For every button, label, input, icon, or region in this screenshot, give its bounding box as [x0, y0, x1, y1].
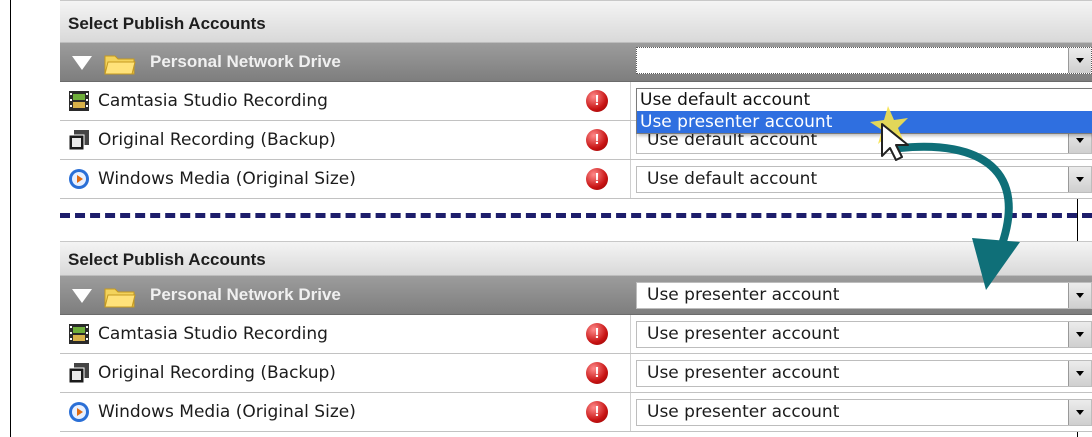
- warning-icon: !: [586, 129, 608, 151]
- warning-icon: !: [586, 168, 608, 190]
- folder-icon: [104, 288, 136, 308]
- dropdown-arrow-icon[interactable]: [1068, 167, 1091, 192]
- warning-icon: !: [586, 362, 608, 384]
- folder-icon: [104, 55, 136, 75]
- account-select-value: Use presenter account: [647, 363, 840, 383]
- item-row-windows-media: Windows Media (Original Size) ! Use pres…: [60, 393, 1092, 432]
- cell-divider: [630, 354, 631, 392]
- item-label: Windows Media (Original Size): [98, 402, 356, 422]
- windows-media-icon: [69, 402, 89, 422]
- cell-divider: [630, 121, 631, 159]
- cell-divider: [630, 393, 631, 431]
- dropdown-option-default[interactable]: Use default account: [637, 89, 1092, 111]
- item-row-camtasia-studio-recording: Camtasia Studio Recording ! Use presente…: [60, 315, 1092, 354]
- windows-media-icon: [69, 169, 89, 189]
- item-label: Original Recording (Backup): [98, 363, 336, 383]
- panel-header: Select Publish Accounts: [60, 0, 1092, 43]
- account-dropdown-list: Use default account Use presenter accoun…: [636, 88, 1092, 134]
- cell-divider: [630, 82, 631, 120]
- cell-divider: [630, 315, 631, 353]
- account-select-value: Use presenter account: [647, 324, 840, 344]
- item-label: Windows Media (Original Size): [98, 169, 356, 189]
- dropdown-arrow-icon[interactable]: [1068, 322, 1091, 347]
- dropdown-arrow-icon[interactable]: [1068, 283, 1091, 308]
- account-select[interactable]: [636, 47, 1092, 74]
- warning-icon: !: [586, 401, 608, 423]
- dropdown-arrow-icon[interactable]: [1068, 361, 1091, 386]
- dropdown-arrow-icon[interactable]: [1068, 48, 1091, 73]
- group-name: Personal Network Drive: [150, 285, 341, 304]
- dropdown-arrow-icon[interactable]: [1068, 400, 1091, 425]
- item-label: Camtasia Studio Recording: [98, 91, 328, 111]
- group-row-personal-network-drive[interactable]: Personal Network Drive: [60, 43, 1092, 82]
- account-select[interactable]: Use presenter account: [636, 360, 1092, 387]
- warning-icon: !: [586, 323, 608, 345]
- film-stack-icon: [68, 363, 89, 384]
- film-stack-icon: [68, 130, 89, 151]
- account-select[interactable]: Use presenter account: [636, 399, 1092, 426]
- item-row-original-recording: Original Recording (Backup) ! Use presen…: [60, 354, 1092, 393]
- account-select[interactable]: Use presenter account: [636, 321, 1092, 348]
- item-label: Original Recording (Backup): [98, 130, 336, 150]
- film-icon: [69, 324, 89, 344]
- account-select-value: Use default account: [647, 169, 818, 189]
- group-name: Personal Network Drive: [150, 52, 341, 71]
- expand-triangle-icon[interactable]: [72, 289, 92, 303]
- warning-icon: !: [586, 90, 608, 112]
- mouse-cursor-icon: [870, 106, 909, 161]
- expand-triangle-icon[interactable]: [72, 56, 92, 70]
- account-select-value: Use presenter account: [647, 402, 840, 422]
- account-select-value: Use presenter account: [647, 285, 840, 305]
- film-icon: [69, 91, 89, 111]
- item-label: Camtasia Studio Recording: [98, 324, 328, 344]
- cell-divider: [630, 160, 631, 198]
- left-border-line: [10, 0, 11, 437]
